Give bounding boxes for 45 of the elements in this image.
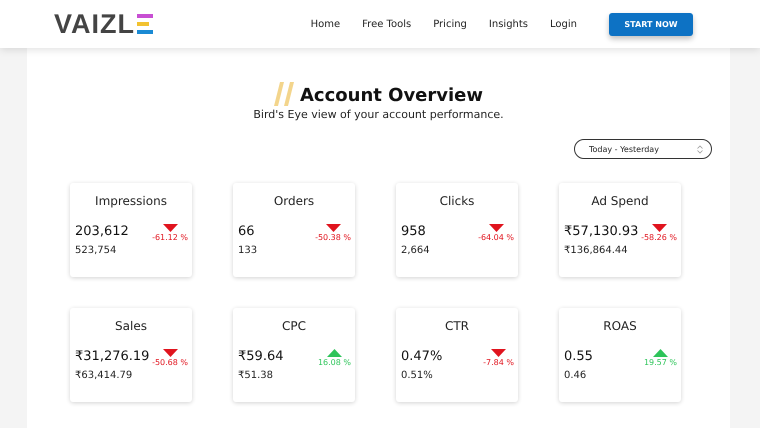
nav-link[interactable]: Login [550, 18, 577, 30]
nav-link[interactable]: Insights [488, 18, 528, 30]
change-percent: -58.26 % [641, 233, 677, 242]
metric-title: Impressions [95, 194, 167, 208]
metric-value: ₹31,276.19 [75, 349, 150, 364]
logo-text: VAIZL [54, 8, 135, 40]
metric-title: CPC [282, 319, 306, 333]
previous-value: ₹51.38 [237, 370, 274, 381]
change-percent: -7.84 % [483, 358, 514, 367]
nav-link[interactable]: Free Tools [362, 18, 412, 30]
previous-value: 0.51% [400, 370, 434, 381]
nav-link[interactable]: Home [310, 18, 340, 30]
change-percent: -50.38 % [315, 233, 351, 242]
metric-title: Orders [274, 194, 314, 208]
metric-value: ₹59.64 [238, 349, 284, 364]
previous-value: 133 [237, 245, 258, 256]
page-title: Account Overview [300, 85, 483, 106]
change-percent: 19.57 % [644, 358, 677, 367]
logo-e-icon [137, 14, 153, 34]
metric-title: CTR [444, 319, 470, 333]
change-percent: -64.04 % [478, 233, 514, 242]
metric-value: 0.47% [401, 349, 442, 364]
metric-value: 203,612 [75, 224, 129, 239]
metric-title: Clicks [440, 194, 474, 208]
page-subtitle: Bird's Eye view of your account performance. [253, 108, 504, 121]
previous-value: ₹136,864.44 [563, 245, 629, 256]
start-now-button[interactable]: START NOW [609, 12, 693, 36]
metric-title: Ad Spend [591, 194, 649, 208]
change-percent: -50.68 % [152, 358, 188, 367]
change-percent: -61.12 % [152, 233, 188, 242]
previous-value: 0.46 [563, 370, 588, 381]
nav-link[interactable]: Pricing [433, 18, 467, 30]
metric-value: ₹57,130.93 [564, 224, 638, 239]
change-percent: 16.08 % [318, 358, 351, 367]
sort-icon [697, 144, 703, 154]
metric-title: Sales [115, 319, 147, 333]
previous-value: ₹63,414.79 [74, 370, 134, 381]
previous-value: 523,754 [74, 245, 118, 256]
metric-value: 958 [401, 224, 426, 239]
metric-value: 66 [238, 224, 255, 239]
previous-value: 2,664 [400, 245, 431, 256]
metric-title: ROAS [603, 319, 637, 333]
slashes-icon [274, 82, 296, 106]
date-range-select[interactable]: Today - Yesterday [574, 139, 712, 159]
metric-value: 0.55 [564, 349, 593, 364]
